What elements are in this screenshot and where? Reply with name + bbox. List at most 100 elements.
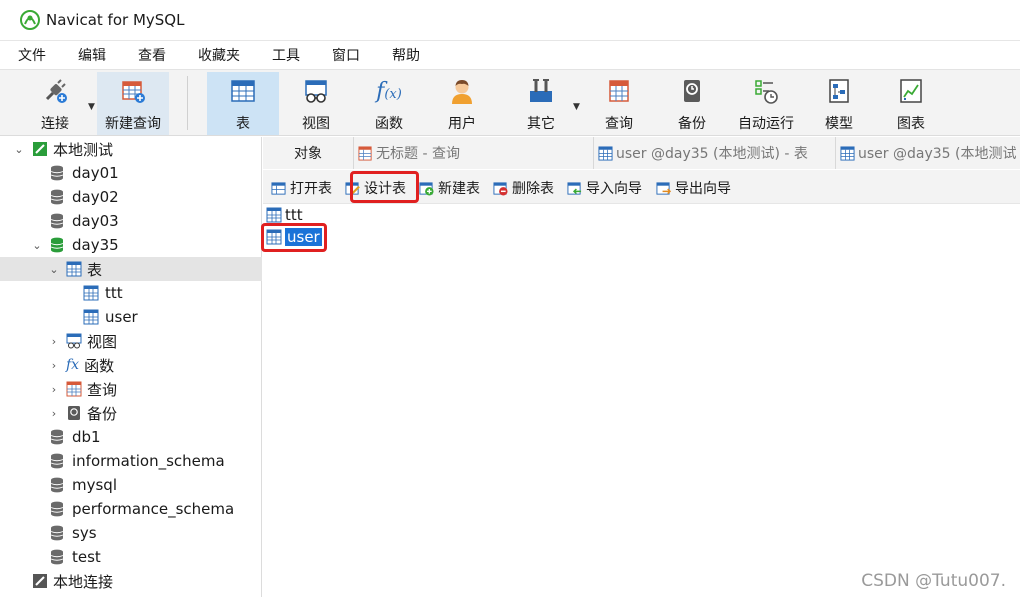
tree-db-open[interactable]: ⌄ day35 <box>0 233 262 257</box>
menu-help[interactable]: 帮助 <box>392 45 420 65</box>
new-query-label: 新建查询 <box>105 116 161 132</box>
tab-objects[interactable]: 对象 <box>263 137 353 169</box>
tab-user-table-2[interactable]: user @day35 (本地测试 <box>835 137 1020 169</box>
connect-button[interactable]: 连接 <box>22 72 88 135</box>
function-fx-icon: f(x) <box>376 78 402 104</box>
database-icon <box>50 477 64 493</box>
new-table-button[interactable]: 新建表 <box>419 178 480 198</box>
delete-table-button[interactable]: 删除表 <box>493 178 554 198</box>
new-query-button[interactable]: 新建查询 <box>97 72 169 135</box>
database-icon <box>50 189 64 205</box>
collapsed-chevron-icon[interactable]: › <box>47 383 61 396</box>
open-table-icon <box>271 181 286 195</box>
tab-bar: 对象 无标题 - 查询 user @day35 (本地测试) - 表 user … <box>263 137 1020 169</box>
model-label: 模型 <box>825 116 853 132</box>
connect-label: 连接 <box>41 116 69 132</box>
backup-button[interactable]: 备份 <box>661 72 723 135</box>
view-icon <box>66 333 82 349</box>
expanded-chevron-icon[interactable]: ⌄ <box>30 239 44 252</box>
table-icon <box>231 80 255 102</box>
object-pane: 对象 无标题 - 查询 user @day35 (本地测试) - 表 user … <box>261 137 1020 597</box>
user-item-highlight-box <box>261 223 327 252</box>
tree-db-performance_schema[interactable]: performance_schema <box>0 497 262 521</box>
tree-db-mysql[interactable]: mysql <box>0 473 262 497</box>
user-icon <box>452 80 472 104</box>
tree-tables-node[interactable]: ⌄ 表 <box>0 257 262 281</box>
watermark: CSDN @Tutu007. <box>861 571 1006 591</box>
function-label: 函数 <box>375 116 403 132</box>
table-icon <box>83 309 99 325</box>
import-wizard-button[interactable]: 导入向导 <box>567 178 642 198</box>
main-toolbar: 连接 ▼ 新建查询 表 视图 f(x) 函数 用户 其它 ▼ 查询 备份 自动运… <box>0 69 1020 136</box>
tab-untitled-query-label: 无标题 - 查询 <box>376 146 460 162</box>
table-tab-icon <box>598 145 613 161</box>
import-wizard-label: 导入向导 <box>586 181 642 197</box>
auto-run-icon <box>755 80 778 104</box>
query-button[interactable]: 查询 <box>588 72 650 135</box>
tree-backups-node[interactable]: › 备份 <box>0 401 262 425</box>
table-icon <box>66 261 82 277</box>
user-button[interactable]: 用户 <box>431 72 493 135</box>
database-name: day01 <box>72 164 119 182</box>
node-label: 备份 <box>87 404 118 423</box>
expanded-chevron-icon[interactable]: ⌄ <box>47 263 61 276</box>
database-name: performance_schema <box>72 500 235 518</box>
view-button[interactable]: 视图 <box>285 72 347 135</box>
table-button[interactable]: 表 <box>207 72 279 135</box>
menu-view[interactable]: 查看 <box>138 45 166 65</box>
menu-edit[interactable]: 编辑 <box>78 45 106 65</box>
collapsed-chevron-icon[interactable]: › <box>47 407 61 420</box>
tree-db-test[interactable]: test <box>0 545 262 569</box>
tree-table-ttt[interactable]: ttt <box>0 281 262 305</box>
database-icon <box>50 525 64 541</box>
menu-tools[interactable]: 工具 <box>272 45 300 65</box>
open-table-button[interactable]: 打开表 <box>271 178 332 198</box>
export-wizard-button[interactable]: 导出向导 <box>656 178 731 198</box>
model-button[interactable]: 模型 <box>808 72 870 135</box>
collapsed-chevron-icon[interactable]: › <box>47 359 61 372</box>
import-wizard-icon <box>567 181 582 195</box>
new-table-icon <box>419 181 434 196</box>
expanded-chevron-icon[interactable]: ⌄ <box>12 143 26 156</box>
function-button[interactable]: f(x) 函数 <box>358 72 420 135</box>
tree-functions-node[interactable]: › fx 函数 <box>0 353 262 377</box>
database-name: db1 <box>72 428 101 446</box>
auto-run-button[interactable]: 自动运行 <box>733 72 799 135</box>
collapsed-chevron-icon[interactable]: › <box>47 335 61 348</box>
connect-dropdown-chevron-icon[interactable]: ▼ <box>88 102 95 112</box>
table-label: 表 <box>236 116 250 132</box>
menu-file[interactable]: 文件 <box>18 45 46 65</box>
menu-favorites[interactable]: 收藏夹 <box>198 45 240 65</box>
database-name: day02 <box>72 188 119 206</box>
tree-db-day01[interactable]: day01 <box>0 161 262 185</box>
tree-views-node[interactable]: › 视图 <box>0 329 262 353</box>
tree-connection-local[interactable]: 本地连接 <box>0 569 262 593</box>
tables-node-label: 表 <box>87 260 103 279</box>
tree-db-day02[interactable]: day02 <box>0 185 262 209</box>
chart-button[interactable]: 图表 <box>880 72 942 135</box>
user-label: 用户 <box>448 116 476 132</box>
tab-user-table-1[interactable]: user @day35 (本地测试) - 表 <box>593 137 835 169</box>
query-icon <box>609 80 629 102</box>
plug-icon <box>45 79 67 103</box>
tree-db-day03[interactable]: day03 <box>0 209 262 233</box>
menu-window[interactable]: 窗口 <box>332 45 360 65</box>
tree-db-sys[interactable]: sys <box>0 521 262 545</box>
query-label: 查询 <box>605 116 633 132</box>
tree-db-information_schema[interactable]: information_schema <box>0 449 262 473</box>
tab-untitled-query[interactable]: 无标题 - 查询 <box>353 137 593 169</box>
tree-db-db1[interactable]: db1 <box>0 425 262 449</box>
node-label: 视图 <box>87 332 118 351</box>
database-icon <box>50 453 64 469</box>
other-dropdown-chevron-icon[interactable]: ▼ <box>573 102 580 112</box>
other-button[interactable]: 其它 <box>510 72 572 135</box>
query-icon <box>66 381 82 397</box>
backup-label: 备份 <box>678 116 706 132</box>
tools-icon <box>530 79 552 102</box>
database-name: day35 <box>72 236 119 254</box>
database-icon <box>50 429 64 445</box>
tree-queries-node[interactable]: › 查询 <box>0 377 262 401</box>
tree-table-user[interactable]: user <box>0 305 262 329</box>
database-icon <box>50 549 64 565</box>
tree-connection-local-test[interactable]: ⌄ 本地测试 <box>0 137 262 161</box>
